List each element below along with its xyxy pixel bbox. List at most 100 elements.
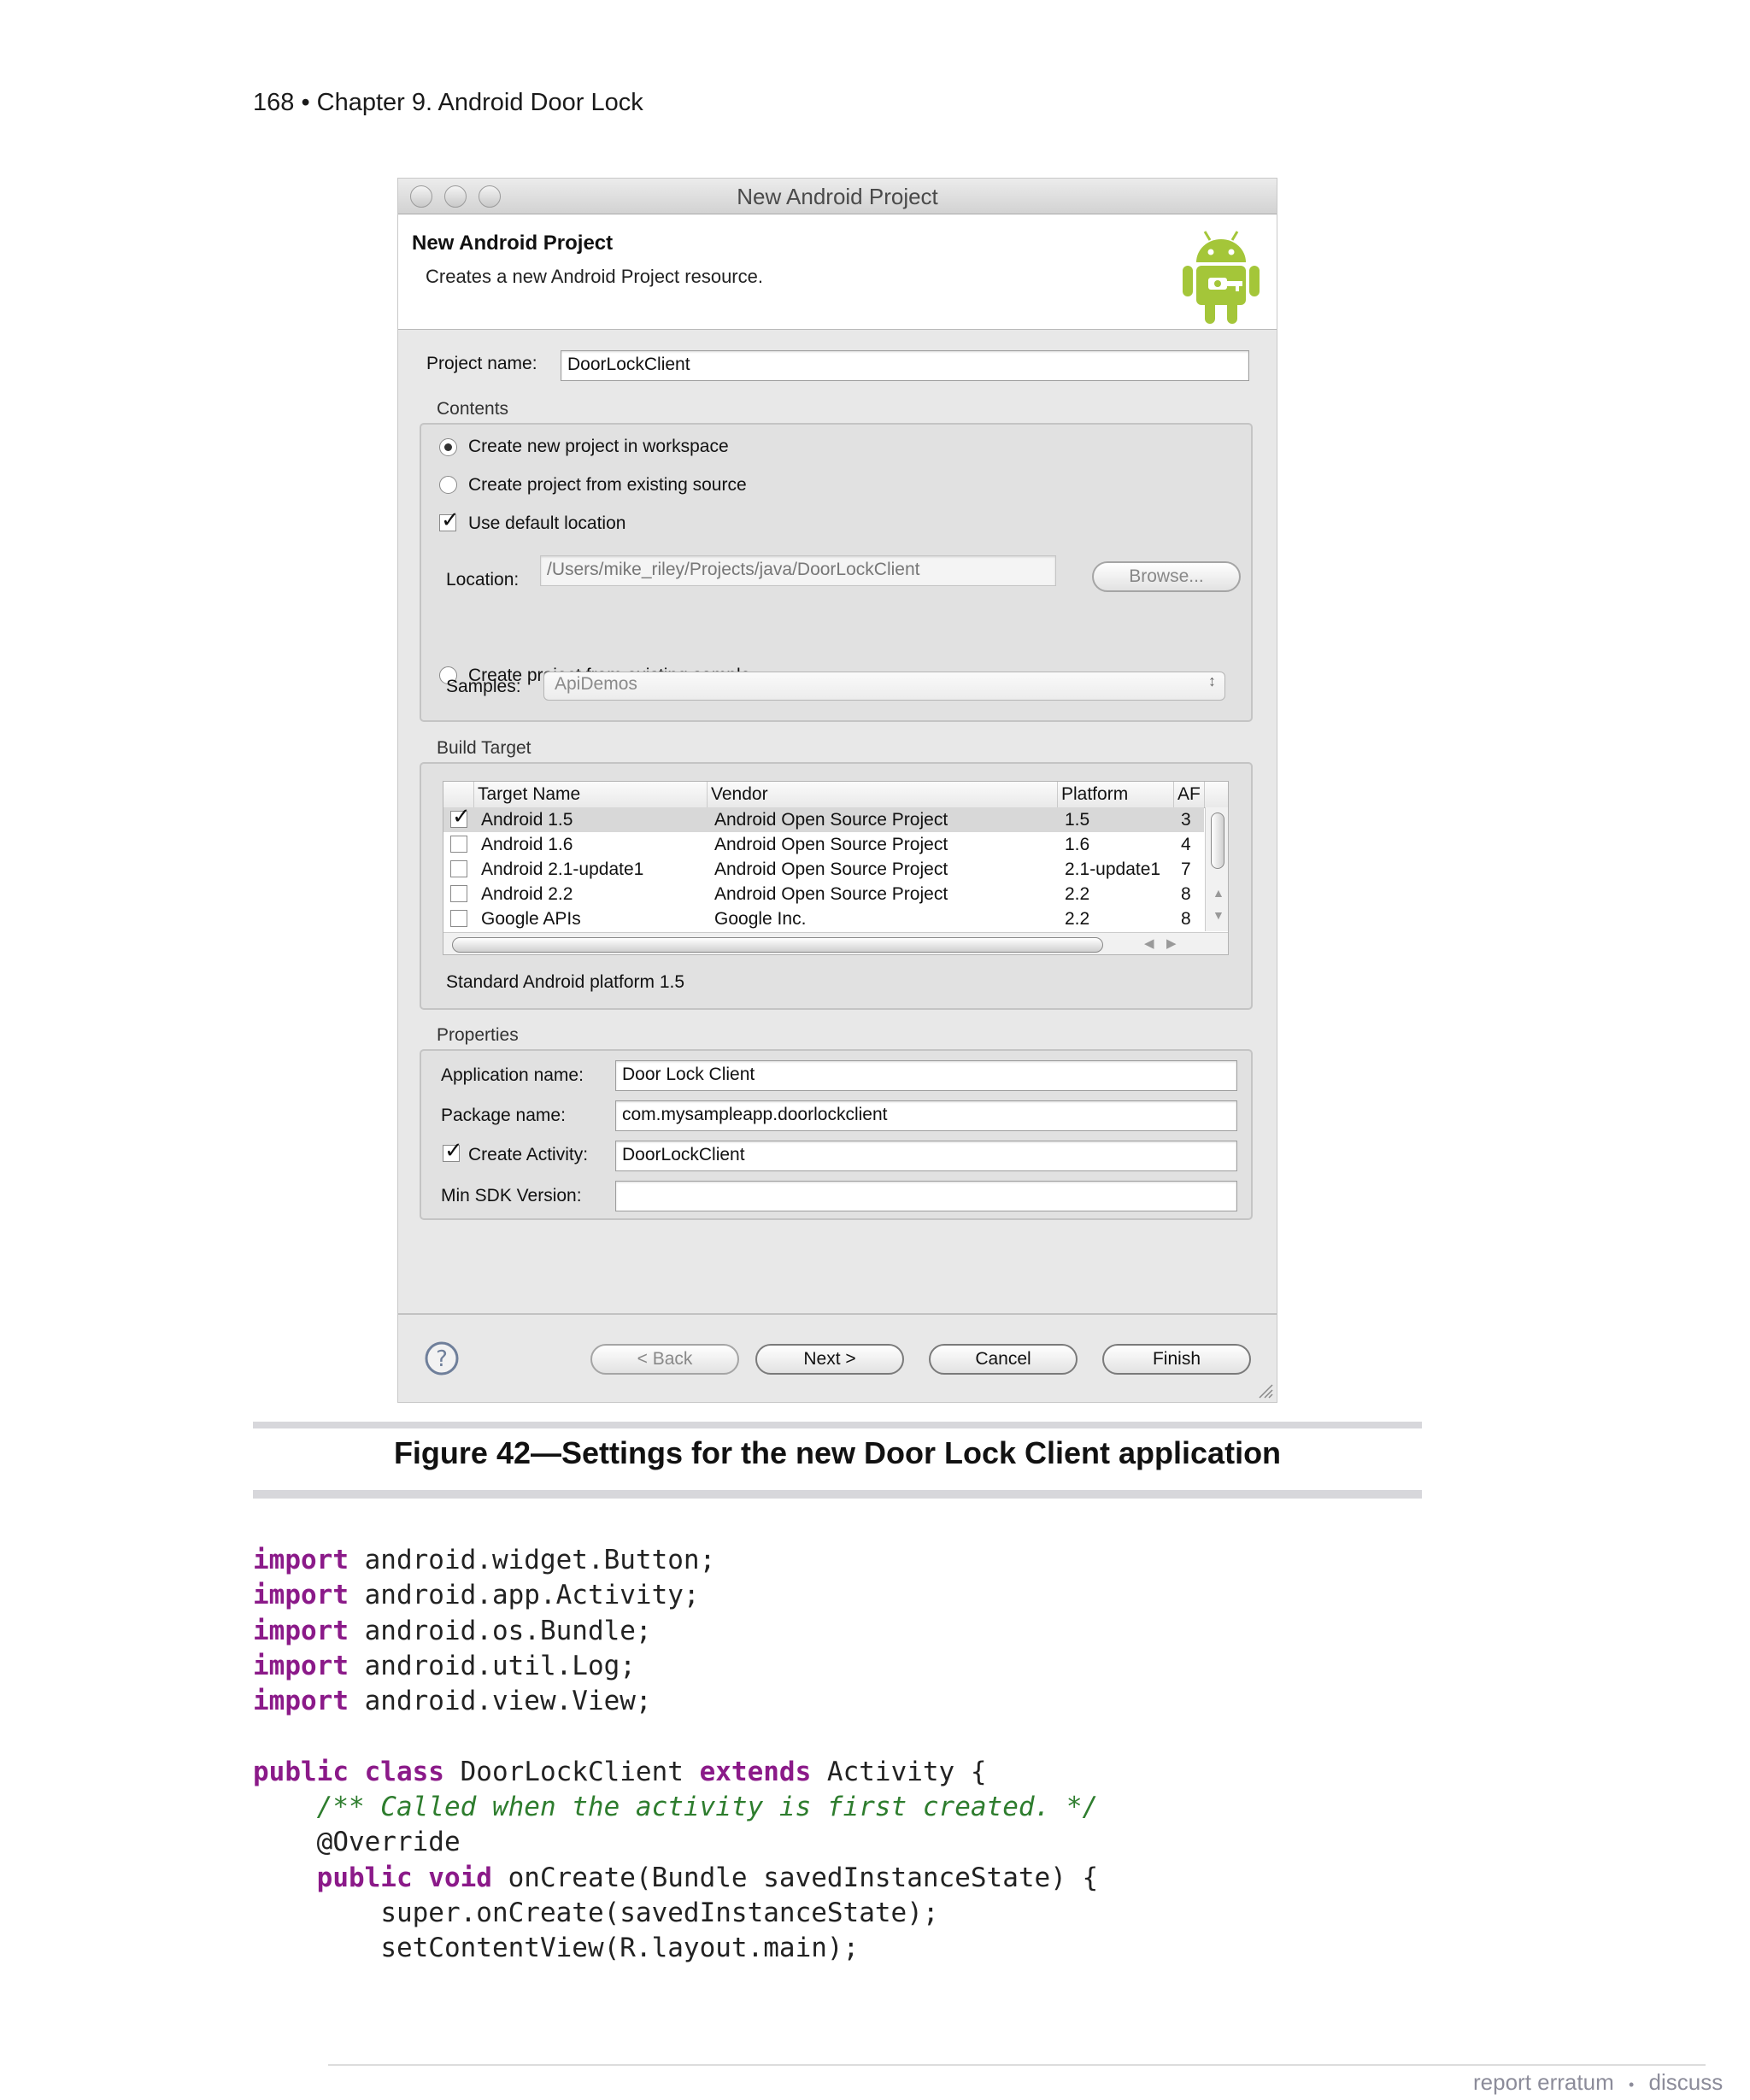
code-keyword: import [253,1686,349,1717]
table-row[interactable]: Android 2.2 Android Open Source Project 2.… [443,882,1204,906]
table-row[interactable]: Google APIs Google Inc. 2.2 8 [443,906,1204,931]
footer-separator: • [1628,2076,1635,2093]
button-bar-divider [398,1313,1277,1315]
build-target-table: Target Name Vendor Platform AF Android 1… [443,781,1229,955]
code-line: import android.view.View; [253,1686,652,1716]
cell-vendor: Android Open Source Project [714,835,948,854]
package-name-input[interactable]: com.mysampleapp.doorlockclient [615,1100,1237,1131]
code-keyword: public void [316,1862,492,1893]
wizard-banner: New Android Project Creates a new Androi… [398,214,1277,330]
code-line: import android.util.Log; [253,1651,636,1681]
column-platform[interactable]: Platform [1058,782,1174,807]
svg-text:?: ? [436,1346,448,1372]
column-vendor[interactable]: Vendor [708,782,1058,807]
code-line: public class DoorLockClient extends Acti… [253,1757,987,1787]
code-text: DoorLockClient [443,1756,700,1787]
cell-api: 7 [1181,859,1191,879]
back-button[interactable]: < Back [590,1344,739,1375]
use-default-location-label: Use default location [468,513,626,533]
code-line: setContentView(R.layout.main); [380,1933,860,1964]
min-sdk-input[interactable] [615,1181,1237,1211]
cell-platform: 1.6 [1065,835,1090,854]
create-activity-input[interactable]: DoorLockClient [615,1141,1237,1171]
create-activity-checkbox[interactable] [443,1138,463,1164]
table-row[interactable]: Android 1.6 Android Open Source Project 1.… [443,832,1204,857]
vertical-scrollbar[interactable]: ▲ ▼ [1205,807,1228,931]
properties-group: Application name: Door Lock Client Packa… [420,1049,1253,1220]
cell-vendor: Android Open Source Project [714,810,948,830]
create-new-project-label: Create new project in workspace [468,437,729,456]
application-name-input[interactable]: Door Lock Client [615,1060,1237,1091]
samples-label: Samples: [446,677,521,696]
code-keyword: import [253,1615,349,1646]
existing-source-radio[interactable] [439,476,457,494]
target-checkbox[interactable] [450,860,467,877]
cancel-button[interactable]: Cancel [929,1344,1078,1375]
code-text: Activity { [811,1756,987,1787]
column-target-name[interactable]: Target Name [474,782,708,807]
cell-platform: 1.5 [1065,810,1090,830]
use-default-location-checkbox[interactable] [439,507,460,533]
caption-rule-bottom [253,1490,1422,1499]
cell-vendor: Android Open Source Project [714,859,948,879]
title-bar: New Android Project [398,179,1277,214]
scroll-up-arrow-icon[interactable]: ▲ [1213,886,1224,900]
scroll-right-arrow-icon[interactable]: ▶ [1166,936,1177,951]
column-api[interactable]: AF [1174,782,1205,807]
code-comment: /** Called when the activity is first cr… [316,1792,1099,1823]
target-checkbox[interactable] [450,910,467,927]
page-footer: report erratum • discuss [1473,2069,1723,2096]
table-row[interactable]: Android 2.1-update1 Android Open Source P… [443,857,1204,882]
cell-api: 8 [1181,909,1191,929]
code-keyword: import [253,1580,349,1611]
code-annotation: @Override [316,1827,461,1858]
code-line: import android.os.Bundle; [253,1616,652,1646]
target-checkbox[interactable] [450,836,467,853]
horizontal-scrollbar[interactable]: ◀ ▶ [443,932,1228,954]
resize-grip-icon[interactable] [1256,1381,1273,1399]
location-input[interactable]: /Users/mike_riley/Projects/java/DoorLock… [540,555,1056,586]
cell-api: 4 [1181,835,1191,854]
code-text: onCreate(Bundle savedInstanceState) { [491,1862,1099,1893]
code-line: import android.widget.Button; [253,1545,715,1575]
code-keyword: public class [253,1756,444,1787]
cell-name: Android 2.1-update1 [481,859,644,879]
build-target-group: Target Name Vendor Platform AF Android 1… [420,762,1253,1010]
code-keyword: import [253,1545,349,1575]
banner-subtitle: Creates a new Android Project resource. [426,266,763,287]
horizontal-scroll-thumb[interactable] [452,937,1103,953]
report-erratum-link[interactable]: report erratum [1473,2069,1614,2095]
code-line: public void onCreate(Bundle savedInstanc… [317,1862,1099,1893]
existing-source-label: Create project from existing source [468,475,747,495]
help-icon[interactable]: ? [424,1340,460,1376]
code-text: android.os.Bundle; [348,1615,652,1646]
target-description: Standard Android platform 1.5 [446,972,685,992]
application-name-label: Application name: [441,1065,584,1085]
next-button[interactable]: Next > [755,1344,904,1375]
scroll-down-arrow-icon[interactable]: ▼ [1213,908,1224,922]
build-target-group-title: Build Target [437,738,531,758]
footer-rule [328,2064,1706,2066]
code-listing: import android.widget.Button; import and… [253,1543,1098,1967]
project-name-input[interactable]: DoorLockClient [561,350,1249,381]
table-row[interactable]: Android 1.5 Android Open Source Project 1.… [443,804,1204,832]
discuss-link[interactable]: discuss [1649,2069,1724,2095]
properties-group-title: Properties [437,1025,519,1045]
finish-button[interactable]: Finish [1102,1344,1251,1375]
package-name-label: Package name: [441,1106,566,1125]
contents-group-title: Contents [437,399,509,419]
scroll-left-arrow-icon[interactable]: ◀ [1144,936,1154,951]
location-label: Location: [446,570,520,590]
table-header: Target Name Vendor Platform AF [443,782,1228,808]
vertical-scroll-thumb[interactable] [1211,812,1224,869]
target-checkbox[interactable] [450,804,471,830]
code-text: android.app.Activity; [348,1580,700,1611]
create-new-project-radio[interactable] [439,438,457,456]
browse-button[interactable]: Browse... [1092,561,1241,592]
select-arrows-icon: ↕ [1208,672,1216,689]
cell-name: Android 2.2 [481,884,573,904]
target-checkbox[interactable] [450,885,467,902]
code-keyword: import [253,1650,349,1681]
samples-select[interactable]: ApiDemos ↕ [543,672,1225,701]
code-text: android.util.Log; [348,1650,636,1681]
